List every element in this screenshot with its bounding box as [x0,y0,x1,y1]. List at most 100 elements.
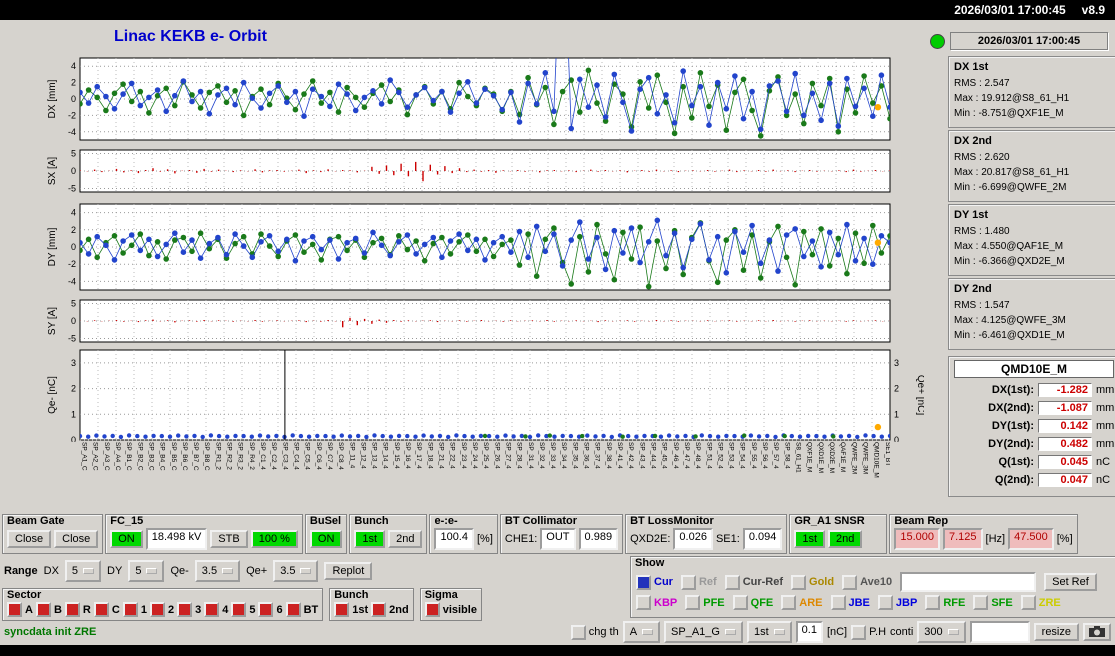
screenshot-button[interactable] [1083,623,1111,641]
collimator-value-field[interactable]: 0.989 [578,528,619,550]
show-rfe-toggle[interactable]: RFE [925,595,965,610]
checkbox-icon[interactable] [685,595,701,610]
sector-c-toggle[interactable]: C [93,602,120,617]
range-dx-menu[interactable]: 5 [64,560,102,582]
sigma-visible-toggle[interactable]: visible [424,602,477,617]
checkbox-icon[interactable] [851,624,867,640]
beam-gate-close-button-1[interactable]: Close [7,530,52,548]
show-are-toggle[interactable]: ARE [781,595,823,610]
range-qem-menu[interactable]: 3.5 [194,560,241,582]
sector-2-toggle[interactable]: 2 [149,602,174,617]
sector-3-toggle[interactable]: 3 [177,602,201,617]
beam-rep-value-1[interactable]: 15.000 [894,528,940,550]
ee-ratio-field[interactable]: 100.4 [434,528,474,550]
snsr-1st-button[interactable]: 1st [794,530,826,548]
set-ref-button[interactable]: Set Ref [1044,573,1097,591]
sector-4-toggle[interactable]: 4 [204,602,228,617]
count-menu[interactable]: 300 [917,621,966,643]
sector-bt-toggle[interactable]: BT [285,602,318,617]
bunch-1st-label: 1st [352,603,369,616]
chg-th-toggle[interactable]: chg th [570,624,619,640]
checkbox-icon[interactable] [149,602,165,617]
checkbox-icon[interactable] [122,602,138,617]
sector-b-toggle[interactable]: B [35,602,62,617]
checkbox-icon[interactable] [842,574,858,590]
checkbox-icon[interactable] [64,602,80,617]
checkbox-icon[interactable] [93,602,109,617]
loss-value-2[interactable]: 0.094 [742,528,783,550]
sector-r-toggle[interactable]: R [64,602,91,617]
checkbox-icon[interactable] [177,602,193,617]
bpm-select-menu[interactable]: SP_A1_G [664,621,743,643]
threshold-field[interactable]: 0.1 [795,621,823,643]
checkbox-icon[interactable] [791,574,807,590]
checkbox-icon[interactable] [7,602,22,617]
checkbox-icon[interactable] [285,602,301,617]
show-jbe-label: JBE [848,596,870,609]
fc15-percent-button[interactable]: 100 % [250,530,298,548]
checkbox-icon[interactable] [371,602,387,617]
checkbox-icon[interactable] [925,595,941,610]
checkbox-icon[interactable] [35,602,51,617]
checkbox-icon[interactable] [781,595,797,610]
checkbox-icon[interactable] [724,574,740,590]
sector-5-toggle[interactable]: 5 [231,602,255,617]
show-kbp-toggle[interactable]: KBP [636,595,677,610]
checkbox-icon[interactable] [424,602,440,617]
show-jbp-toggle[interactable]: JBP [877,595,917,610]
show-curref-toggle[interactable]: Cur-Ref [724,574,783,590]
checkbox-icon[interactable] [231,602,247,617]
beam-rep-value-2[interactable]: 7.125 [943,528,983,550]
replot-button[interactable]: Replot [324,562,373,580]
sector-1-toggle[interactable]: 1 [122,602,147,617]
snsr-2nd-button[interactable]: 2nd [828,530,863,548]
show-cur-toggle[interactable]: Cur [636,574,673,590]
beam-gate-close-button-2[interactable]: Close [54,530,99,548]
busel-on-button[interactable]: ON [309,530,343,548]
checkbox-icon[interactable] [258,602,274,617]
checkbox-icon[interactable] [830,595,846,610]
extra-field[interactable] [969,621,1030,643]
show-qfe-toggle[interactable]: QFE [732,595,773,610]
readout-unit: mm [1096,402,1115,414]
show-zre-toggle[interactable]: ZRE [1020,595,1061,610]
checkbox-icon[interactable] [204,602,220,617]
sector-group: Sector A B R C 1 2 3 4 5 6 BT [2,588,324,621]
bunch-2nd-toggle[interactable]: 2nd [371,602,409,617]
bunch-select-menu[interactable]: 1st [746,621,792,643]
checkbox-icon[interactable] [973,595,989,610]
range-dy-menu[interactable]: 5 [128,560,165,582]
checkbox-icon[interactable] [1020,595,1036,610]
show-jbe-toggle[interactable]: JBE [830,595,870,610]
show-gold-toggle[interactable]: Gold [791,574,834,590]
show-pfe-toggle[interactable]: PFE [685,595,725,610]
checkbox-icon[interactable] [334,602,350,617]
checkbox-icon[interactable] [732,595,748,610]
range-qep-menu[interactable]: 3.5 [273,560,319,582]
collimator-state-field[interactable]: OUT [540,528,576,550]
sector-a-toggle[interactable]: A [7,602,33,617]
loss-value-1[interactable]: 0.026 [673,528,713,550]
show-ave10-toggle[interactable]: Ave10 [842,574,892,590]
show-sfe-toggle[interactable]: SFE [973,595,1013,610]
ref-name-input[interactable] [900,572,1037,592]
sector-select-menu[interactable]: A [622,621,661,643]
checkbox-icon[interactable] [636,595,651,610]
fc15-on-button[interactable]: ON [110,530,143,548]
fc15-stb-button[interactable]: STB [210,530,248,548]
stats-panel-dy2: DY 2nd RMS : 1.547 Max : 4.125@QWFE_3M M… [948,278,1115,350]
bunch-1st-button[interactable]: 1st [354,530,386,548]
fc15-kv-field[interactable]: 18.498 kV [145,528,208,550]
checkbox-icon[interactable] [636,574,651,590]
ph-toggle[interactable]: P.H [851,624,886,640]
checkbox-icon[interactable] [680,574,696,590]
checkbox-icon[interactable] [877,595,893,610]
beam-rep-value-3[interactable]: 47.500 [1008,528,1054,550]
sector-6-toggle[interactable]: 6 [258,602,283,617]
show-ref-toggle[interactable]: Ref [680,574,717,590]
bunch-2nd-button[interactable]: 2nd [388,530,423,548]
resize-button[interactable]: resize [1033,623,1079,641]
checkbox-icon[interactable] [570,624,586,640]
bunch-1st-toggle[interactable]: 1st [334,602,368,617]
bpm-label: SP_12_4 [359,442,367,469]
